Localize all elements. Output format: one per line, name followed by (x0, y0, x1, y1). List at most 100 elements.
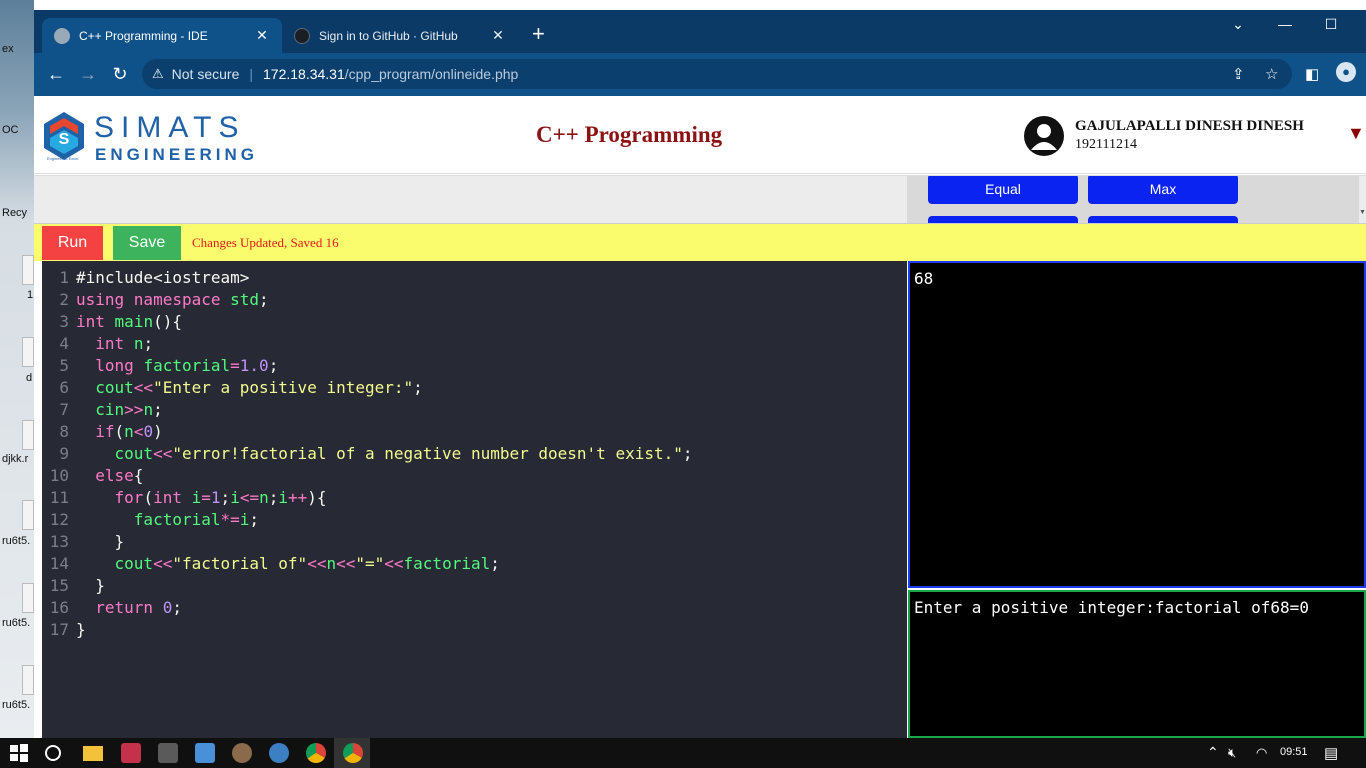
panel-strip: Equal Max ▼ (34, 175, 1366, 224)
desktop-icon-label[interactable]: ru6t5. (2, 699, 32, 711)
page-title: C++ Programming (536, 122, 723, 147)
new-tab-button[interactable]: + (532, 23, 545, 45)
chrome-icon[interactable] (343, 743, 363, 763)
save-button[interactable]: Save (113, 226, 181, 260)
notification-icon[interactable]: ▤ (1324, 744, 1338, 762)
action-bar: Run Save Changes Updated, Saved 16 (34, 223, 1366, 261)
tab-search-icon[interactable]: ⌄ (1215, 16, 1261, 33)
code-line[interactable]: 9 cout << "error!factorial of a negative n… (42, 443, 907, 465)
user-id: 192111214 (1075, 137, 1137, 152)
tab-title: Sign in to GitHub · GitHub (319, 28, 458, 43)
max-button[interactable]: Max (1088, 176, 1238, 204)
wifi-icon[interactable]: ◠ (1256, 745, 1267, 761)
code-line[interactable]: 8 if(n <0) (42, 421, 907, 443)
app-icon[interactable] (232, 743, 252, 763)
user-name: GAJULAPALLI DINESH DINESH (1075, 118, 1304, 134)
desktop-icon-label[interactable]: OC (2, 124, 32, 136)
desktop-file-icon[interactable] (22, 665, 34, 695)
app-icon[interactable] (269, 743, 289, 763)
app-icon[interactable] (195, 743, 215, 763)
desktop-icon-label[interactable]: ru6t5. (2, 617, 32, 629)
file-explorer-icon[interactable] (83, 746, 103, 761)
code-line[interactable]: 2 using namespace std; (42, 289, 907, 311)
run-button[interactable]: Run (42, 226, 103, 260)
profile-icon[interactable]: ● (1336, 62, 1356, 82)
desktop-file-icon[interactable] (22, 500, 34, 530)
bookmark-star-icon[interactable]: ☆ (1265, 65, 1278, 83)
code-line[interactable]: 6 cout << "Enter a positive integer:"; (42, 377, 907, 399)
windows-start-icon[interactable] (9, 743, 29, 763)
code-line[interactable]: 4 int n; (42, 333, 907, 355)
code-line[interactable]: 17} (42, 619, 907, 641)
app-icon[interactable] (121, 743, 141, 763)
minimize-button[interactable]: — (1262, 16, 1308, 32)
desktop-icon-label[interactable]: Recy (2, 207, 32, 219)
desktop-icon-label[interactable]: ru6t5. (2, 535, 32, 547)
logo-title: SIMATS (94, 111, 246, 144)
code-line[interactable]: 1 #include<iostream> (42, 267, 907, 289)
desktop-icon-label[interactable]: ex (2, 43, 32, 55)
user-avatar-icon[interactable] (1024, 116, 1064, 156)
code-line[interactable]: 5 long factorial = 1.0; (42, 355, 907, 377)
globe-icon (54, 27, 70, 44)
stdin-input[interactable]: 68 (908, 261, 1366, 588)
desktop-file-icon[interactable] (22, 420, 34, 450)
desktop-icon-label[interactable]: d (26, 372, 34, 384)
desktop-strip: ex OC Recy 1 d djkk.r ru6t5. ru6t5. ru6t… (0, 0, 34, 738)
desktop-icon-label[interactable]: 1 (27, 289, 34, 301)
code-line[interactable]: 15 } (42, 575, 907, 597)
tab-strip: C++ Programming - IDE ✕ Sign in to GitHu… (34, 10, 1366, 53)
desktop-file-icon[interactable] (22, 255, 34, 285)
taskbar: ⌃ 🔇︎ ◠ 09:51 ▤ (0, 738, 1366, 768)
code-line[interactable]: 7 cin >> n; (42, 399, 907, 421)
site-header: S Engineer to Excel SIMATS ENGINEERING C… (34, 96, 1366, 174)
close-tab-icon[interactable]: ✕ (254, 27, 270, 44)
logo-tagline: Engineer to Excel (47, 156, 79, 161)
divider: | (249, 66, 253, 82)
close-tab-icon[interactable]: ✕ (490, 27, 506, 44)
logo-subtitle: ENGINEERING (95, 145, 259, 164)
tab-cpp-ide[interactable]: C++ Programming - IDE ✕ (42, 18, 282, 53)
reload-icon[interactable]: ↻ (108, 63, 132, 85)
address-bar[interactable]: ⚠ Not secure | 172.18.34.31 /cpp_program… (142, 59, 1292, 89)
code-line[interactable]: 16 return 0; (42, 597, 907, 619)
code-line[interactable]: 14 cout << "factorial of" << n << "=" << factori… (42, 553, 907, 575)
svg-text:S: S (59, 131, 70, 148)
side-panel-icon[interactable]: ◧ (1305, 65, 1319, 83)
share-icon[interactable]: ⇪ (1232, 65, 1245, 83)
desktop-icon-label[interactable]: djkk.r (2, 453, 32, 465)
url-host: 172.18.34.31 (263, 66, 345, 82)
code-editor[interactable]: 1 #include<iostream> 2 using namespace std… (42, 261, 907, 738)
chevron-up-icon[interactable]: ⌃ (1207, 744, 1219, 761)
search-icon[interactable] (45, 745, 61, 761)
chrome-icon[interactable] (306, 743, 326, 763)
browser-toolbar: ← → ↻ ⚠ Not secure | 172.18.34.31 /cpp_p… (34, 53, 1366, 96)
page-content: S Engineer to Excel SIMATS ENGINEERING C… (34, 96, 1366, 738)
github-icon (294, 27, 310, 44)
user-menu-caret-icon[interactable]: ▼ (1347, 123, 1365, 144)
button-panel: Equal Max (907, 176, 1359, 224)
tab-github[interactable]: Sign in to GitHub · GitHub ✕ (282, 18, 518, 53)
maximize-button[interactable]: ☐ (1308, 16, 1354, 33)
tab-title: C++ Programming - IDE (79, 28, 208, 43)
code-line[interactable]: 13 } (42, 531, 907, 553)
browser-window: C++ Programming - IDE ✕ Sign in to GitHu… (34, 10, 1366, 738)
desktop-file-icon[interactable] (22, 583, 34, 613)
warning-icon[interactable]: ⚠ (152, 66, 164, 82)
status-message: Changes Updated, Saved 16 (192, 235, 339, 250)
code-line[interactable]: 12 factorial *= i; (42, 509, 907, 531)
code-line[interactable]: 11 for(int i = 1; i <= n; i ++){ (42, 487, 907, 509)
code-line[interactable]: 3 int main(){ (42, 311, 907, 333)
program-output: Enter a positive integer:factorial of68=… (908, 590, 1366, 738)
equal-button[interactable]: Equal (928, 176, 1078, 204)
store-icon[interactable] (158, 743, 178, 763)
forward-icon[interactable]: → (76, 63, 100, 85)
code-line[interactable]: 10 else{ (42, 465, 907, 487)
back-icon[interactable]: ← (44, 63, 68, 85)
speaker-muted-icon[interactable]: 🔇︎ (1228, 745, 1236, 761)
clock-time[interactable]: 09:51 (1280, 746, 1308, 758)
security-label[interactable]: Not secure (172, 66, 240, 82)
desktop-file-icon[interactable] (22, 337, 34, 367)
scroll-down-arrow-icon[interactable]: ▼ (1359, 209, 1366, 216)
simats-logo-icon: S (44, 112, 84, 160)
